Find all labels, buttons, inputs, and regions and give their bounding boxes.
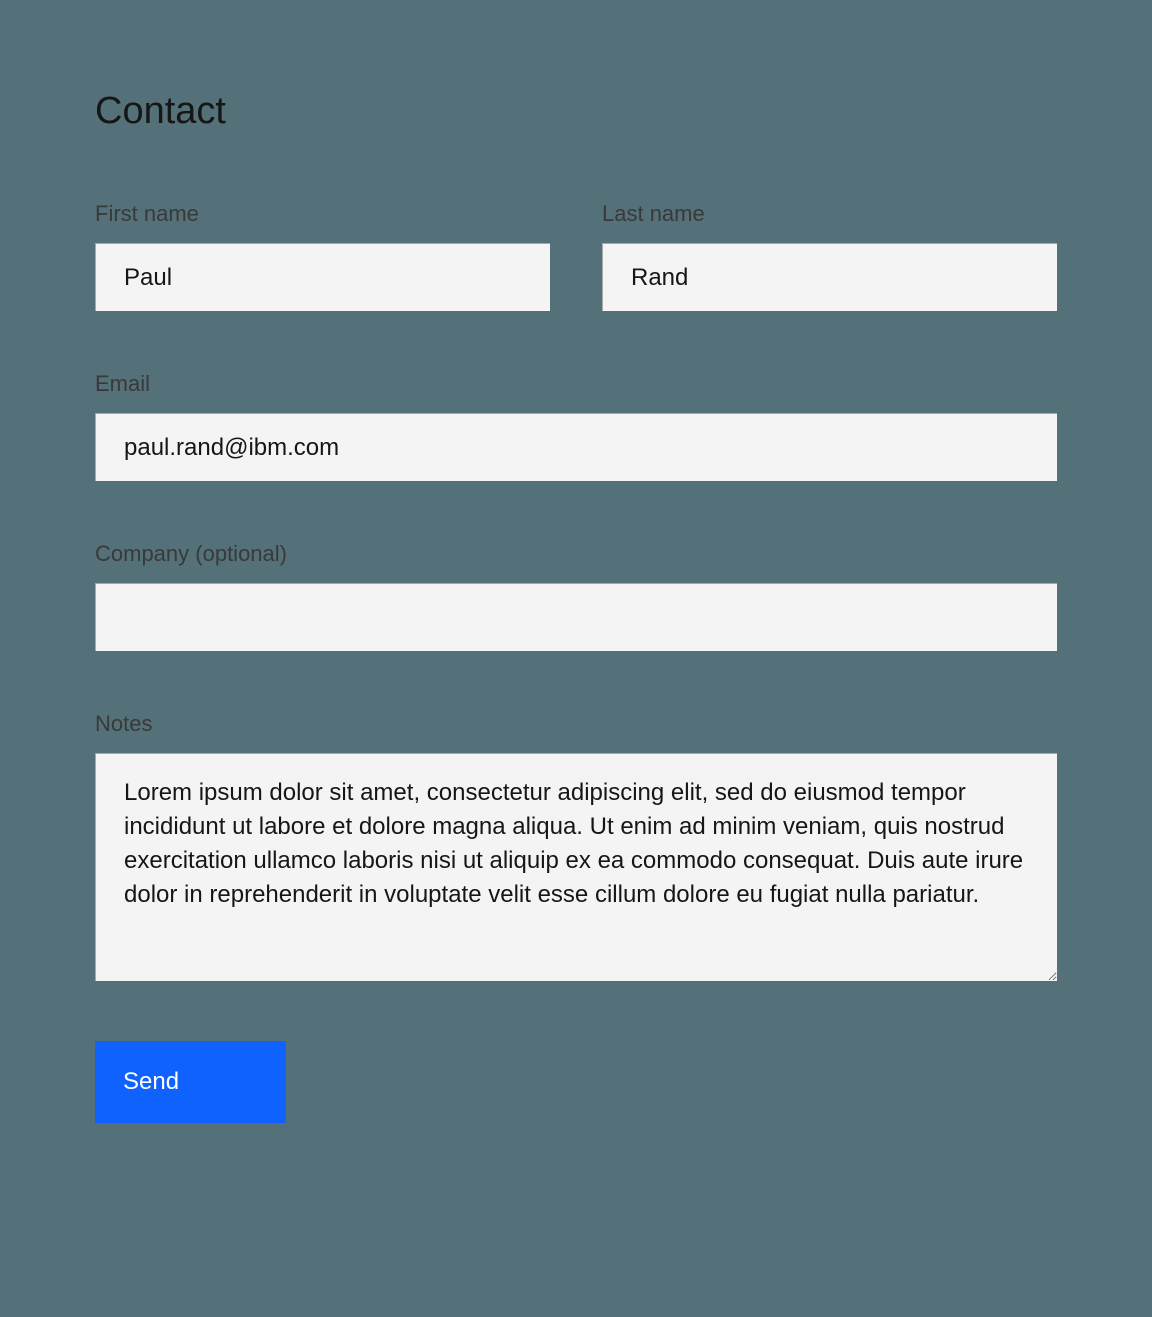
notes-group: Notes [95, 711, 1057, 981]
last-name-group: Last name [602, 201, 1057, 311]
last-name-input[interactable] [602, 243, 1057, 311]
last-name-label: Last name [602, 201, 1057, 227]
name-row: First name Last name [95, 201, 1057, 311]
first-name-group: First name [95, 201, 550, 311]
email-label: Email [95, 371, 1057, 397]
first-name-label: First name [95, 201, 550, 227]
notes-label: Notes [95, 711, 1057, 737]
form-title: Contact [95, 90, 1057, 133]
email-group: Email [95, 371, 1057, 481]
company-input[interactable] [95, 583, 1057, 651]
first-name-input[interactable] [95, 243, 550, 311]
notes-input[interactable] [95, 753, 1057, 981]
company-label: Company (optional) [95, 541, 1057, 567]
contact-form: Contact First name Last name Email Compa… [95, 90, 1057, 1123]
email-input[interactable] [95, 413, 1057, 481]
company-group: Company (optional) [95, 541, 1057, 651]
send-button[interactable]: Send [95, 1041, 286, 1123]
